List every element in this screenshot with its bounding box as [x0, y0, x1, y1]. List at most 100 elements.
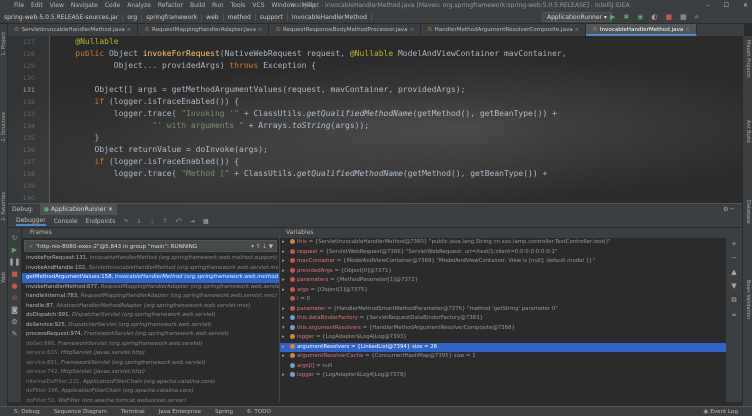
variable-row[interactable]: ▾ this.argumentResolvers = {HandlerMethod…: [280, 324, 726, 334]
force-step-into-icon[interactable]: ⇣: [149, 218, 154, 225]
variable-row[interactable]: ▸ providedArgs = {Object[0]@7371}: [280, 267, 726, 277]
code-area[interactable]: @Nullable public Object invokeForRequest…: [56, 36, 740, 203]
expand-arrow-icon[interactable]: ▸: [282, 333, 290, 343]
tab-debugger[interactable]: Debugger: [16, 217, 46, 226]
stack-frame[interactable]: getMethodArgumentValues:158, InvocableHa…: [22, 273, 279, 283]
add-watch-icon[interactable]: +: [731, 240, 737, 248]
stop-icon[interactable]: ■: [665, 11, 672, 23]
stack-frame[interactable]: service:851, FrameworkServlet (org.sprin…: [22, 359, 279, 369]
status-tool-button[interactable]: 5: Debug: [14, 409, 40, 415]
expand-arrow-icon[interactable]: ▸: [282, 305, 290, 315]
stack-frame[interactable]: doService:925, DispatcherServlet (org.sp…: [22, 321, 279, 331]
variable-row[interactable]: args[i] = null: [280, 362, 726, 372]
remove-watch-icon[interactable]: −: [731, 254, 737, 262]
minimize-icon[interactable]: –: [707, 2, 710, 9]
stack-frame[interactable]: doFilter:52, WsFilter (org.apache.tomcat…: [22, 397, 279, 403]
editor-tab[interactable]: © RequestResponseBodyMethodProcessor.java…: [269, 24, 422, 36]
thread-selector[interactable]: ✔ "http-nio-8080-exec-2"@5,843 in group …: [24, 240, 277, 252]
editor-tab[interactable]: © InvocableHandlerMethod.java ×: [586, 24, 697, 36]
expand-arrow-icon[interactable]: ▸: [282, 248, 290, 258]
event-log-button[interactable]: ◉ Event Log: [704, 409, 738, 415]
status-tool-button[interactable]: Spring: [215, 409, 233, 415]
rerun-icon[interactable]: ↻: [12, 234, 18, 242]
variable-row[interactable]: ▸ this.dataBinderFactory = {ServletReques…: [280, 314, 726, 324]
expand-arrow-icon[interactable]: ▸: [282, 276, 290, 286]
menu-item-view[interactable]: View: [50, 2, 64, 9]
glasses-icon[interactable]: ∞: [731, 311, 737, 319]
expand-arrow-icon[interactable]: ▸: [282, 343, 290, 353]
variable-row[interactable]: i = 0: [280, 295, 726, 305]
stack-frame[interactable]: service:742, HttpServlet (javax.servlet.…: [22, 368, 279, 378]
run-to-cursor-icon[interactable]: ⇥: [190, 218, 195, 225]
expand-arrow-icon[interactable]: ▾: [282, 324, 290, 334]
breadcrumb-item[interactable]: support: [256, 13, 288, 21]
right-tool-button[interactable]: Database: [745, 200, 751, 224]
stack-frame[interactable]: doGet:866, FrameworkServlet (org.springf…: [22, 340, 279, 350]
menu-item-analyze[interactable]: Analyze: [127, 2, 151, 9]
debug-session-tab[interactable]: ● ApplicationRunner ✕: [39, 203, 117, 216]
mute-breakpoints-icon[interactable]: ⊘: [12, 294, 18, 302]
close-tab-icon[interactable]: ×: [573, 27, 580, 33]
close-tab-icon[interactable]: ×: [408, 27, 414, 33]
step-out-icon[interactable]: ↑: [162, 218, 167, 225]
debug-icon[interactable]: ✱: [623, 11, 629, 23]
step-into-icon[interactable]: ↓: [136, 218, 141, 225]
variable-row[interactable]: ▸ parameters = {MethodParameter[1]@7372}: [280, 276, 726, 286]
variable-row[interactable]: ▸ parameter = {HandlerMethodSmartMethodPa…: [280, 305, 726, 315]
run-icon[interactable]: ▶: [610, 11, 615, 23]
stack-frame[interactable]: invokeHandlerMethod:877, RequestMappingH…: [22, 283, 279, 293]
pin-icon[interactable]: ✎: [12, 330, 18, 338]
stack-frame[interactable]: internalDoFilter:231, ApplicationFilterC…: [22, 378, 279, 388]
run-configuration-select[interactable]: ApplicationRunner ▾: [542, 12, 612, 22]
menu-item-refactor[interactable]: Refactor: [158, 2, 183, 9]
expand-arrow-icon[interactable]: ▸: [282, 267, 290, 277]
breadcrumb-item[interactable]: spring-web-5.0.5.RELEASE-sources.jar: [0, 13, 124, 21]
settings-icon[interactable]: ⚙ ─: [723, 206, 734, 213]
editor-tab[interactable]: © RequestMappingHandlerAdapter.java ×: [138, 24, 270, 36]
expand-arrow-icon[interactable]: ▸: [282, 286, 290, 296]
variable-row[interactable]: ▸ logger = {LogAdapter$Log4jLog@7379}: [280, 371, 726, 381]
status-tool-button[interactable]: 6: TODO: [247, 409, 271, 415]
stack-frame[interactable]: service:635, HttpServlet (javax.servlet.…: [22, 349, 279, 359]
line-number-gutter[interactable]: 127 128 129 130 131 132 133 134 135 136 137 138 139 1…: [8, 36, 50, 203]
close-tab-icon[interactable]: ×: [256, 27, 263, 33]
variable-row[interactable]: ▸ mavContainer = {ModelAndViewContainer@7…: [280, 257, 726, 267]
editor-tab[interactable]: © ServletInvocableHandlerMethod.java ×: [8, 24, 139, 36]
pause-icon[interactable]: ❚❚: [9, 258, 21, 266]
menu-item-tools[interactable]: Tools: [231, 2, 246, 9]
variable-row[interactable]: ▸ args = {Object[1]@7375}: [280, 286, 726, 296]
expand-arrow-icon[interactable]: ▸: [282, 238, 290, 248]
status-tool-button[interactable]: Java Enterprise: [159, 409, 201, 415]
copy-icon[interactable]: ⧉: [732, 296, 737, 305]
search-icon[interactable]: ⌕: [695, 11, 699, 23]
variable-row[interactable]: ▸ argumentResolverCache = {ConcurrentHash…: [280, 352, 726, 362]
left-tool-button[interactable]: 1: Project: [1, 32, 7, 56]
variable-row[interactable]: ▸ logger = {LogAdapter$Log4jLog@7393}: [280, 333, 726, 343]
coverage-icon[interactable]: ◉: [637, 11, 643, 23]
drop-frame-icon[interactable]: ⤺: [176, 217, 182, 225]
expand-arrow-icon[interactable]: ▸: [282, 352, 290, 362]
breadcrumb-item[interactable]: org: [123, 13, 143, 21]
menu-item-navigate[interactable]: Navigate: [71, 2, 98, 9]
variable-row[interactable]: ▸ request = {ServletWebRequest@7366} "Ser…: [280, 248, 726, 258]
step-over-icon[interactable]: ↷: [123, 218, 128, 225]
right-tool-button[interactable]: Bean Validation: [745, 280, 751, 319]
status-tool-button[interactable]: Terminal: [121, 409, 145, 415]
tab-endpoints[interactable]: Endpoints: [86, 218, 116, 225]
resume-icon[interactable]: ▶: [12, 246, 17, 254]
stack-frame[interactable]: doFilter:166, ApplicationFilterChain (or…: [22, 387, 279, 397]
editor-tab[interactable]: © HandlerMethodArgumentResolverComposite.…: [421, 24, 587, 36]
left-tool-button[interactable]: 2: Structure: [1, 112, 7, 142]
breadcrumb-item[interactable]: InvocableHandlerMethod: [288, 13, 372, 21]
stack-frame[interactable]: processRequest:974, FrameworkServlet (or…: [22, 330, 279, 340]
close-tab-icon[interactable]: ×: [683, 27, 690, 33]
move-up-icon[interactable]: ▲: [731, 268, 736, 276]
view-breakpoints-icon[interactable]: ●: [11, 282, 17, 290]
project-structure-icon[interactable]: ▦: [680, 11, 687, 23]
camera-icon[interactable]: ◙: [11, 306, 18, 314]
menu-item-build[interactable]: Build: [190, 2, 205, 9]
profile-icon[interactable]: ◐: [651, 11, 657, 23]
variable-row[interactable]: ▸ argumentResolvers = {LinkedList@7394} s…: [280, 342, 726, 353]
breadcrumb-item[interactable]: web: [202, 13, 224, 21]
menu-item-edit[interactable]: Edit: [31, 2, 43, 9]
